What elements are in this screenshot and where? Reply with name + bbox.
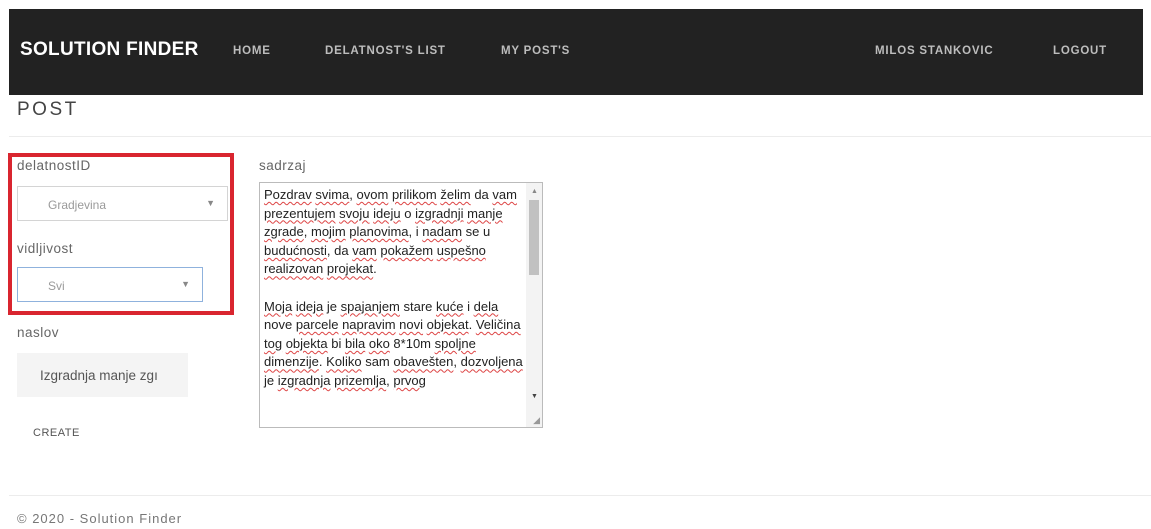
resize-handle-icon[interactable]: ◢ bbox=[533, 415, 540, 426]
sadrzaj-text: Pozdrav svima, ovom prilikom želim da va… bbox=[264, 186, 526, 391]
vidljivost-select-value: Svi bbox=[48, 279, 65, 293]
nav-home-link[interactable]: HOME bbox=[233, 45, 271, 57]
naslov-label: naslov bbox=[17, 325, 60, 340]
delatnost-select-value: Gradjevina bbox=[48, 198, 107, 212]
nav-logout-link[interactable]: LOGOUT bbox=[1053, 45, 1107, 57]
create-button[interactable]: CREATE bbox=[33, 427, 80, 439]
naslov-input-value: Izgradnja manje zgı bbox=[40, 368, 158, 383]
brand-link[interactable]: SOLUTION FINDER bbox=[20, 39, 199, 61]
naslov-input[interactable]: Izgradnja manje zgı bbox=[17, 353, 188, 397]
footer-text: © 2020 - Solution Finder bbox=[17, 511, 183, 526]
scroll-up-icon[interactable]: ▲ bbox=[531, 188, 538, 195]
vidljivost-select[interactable]: Svi ▼ bbox=[17, 267, 203, 302]
page-title: POST bbox=[17, 99, 79, 120]
nav-my-posts-link[interactable]: MY POST'S bbox=[501, 45, 570, 57]
scroll-down-icon[interactable]: ▼ bbox=[531, 393, 538, 400]
nav-user-link[interactable]: MILOS STANKOVIC bbox=[875, 45, 993, 57]
sadrzaj-textarea[interactable]: Pozdrav svima, ovom prilikom želim da va… bbox=[259, 182, 543, 428]
nav-delatnost-list-link[interactable]: DELATNOST'S LIST bbox=[325, 45, 446, 57]
sadrzaj-paragraph-1: Pozdrav svima, ovom prilikom želim da va… bbox=[264, 187, 517, 277]
footer-divider bbox=[9, 495, 1151, 496]
sadrzaj-label: sadrzaj bbox=[259, 158, 307, 173]
chevron-down-icon: ▼ bbox=[181, 279, 190, 289]
title-divider bbox=[9, 136, 1151, 137]
textarea-scrollbar[interactable]: ▲ ▼ bbox=[526, 183, 542, 427]
scrollbar-thumb[interactable] bbox=[529, 200, 539, 275]
delatnost-select[interactable]: Gradjevina ▼ bbox=[17, 186, 228, 221]
chevron-down-icon: ▼ bbox=[206, 198, 215, 208]
navbar: SOLUTION FINDER HOME DELATNOST'S LIST MY… bbox=[9, 9, 1143, 95]
delatnost-label: delatnostID bbox=[17, 158, 91, 173]
sadrzaj-paragraph-2: Moja ideja je spajanjem stare kuće i del… bbox=[264, 298, 523, 388]
vidljivost-label: vidljivost bbox=[17, 241, 74, 256]
